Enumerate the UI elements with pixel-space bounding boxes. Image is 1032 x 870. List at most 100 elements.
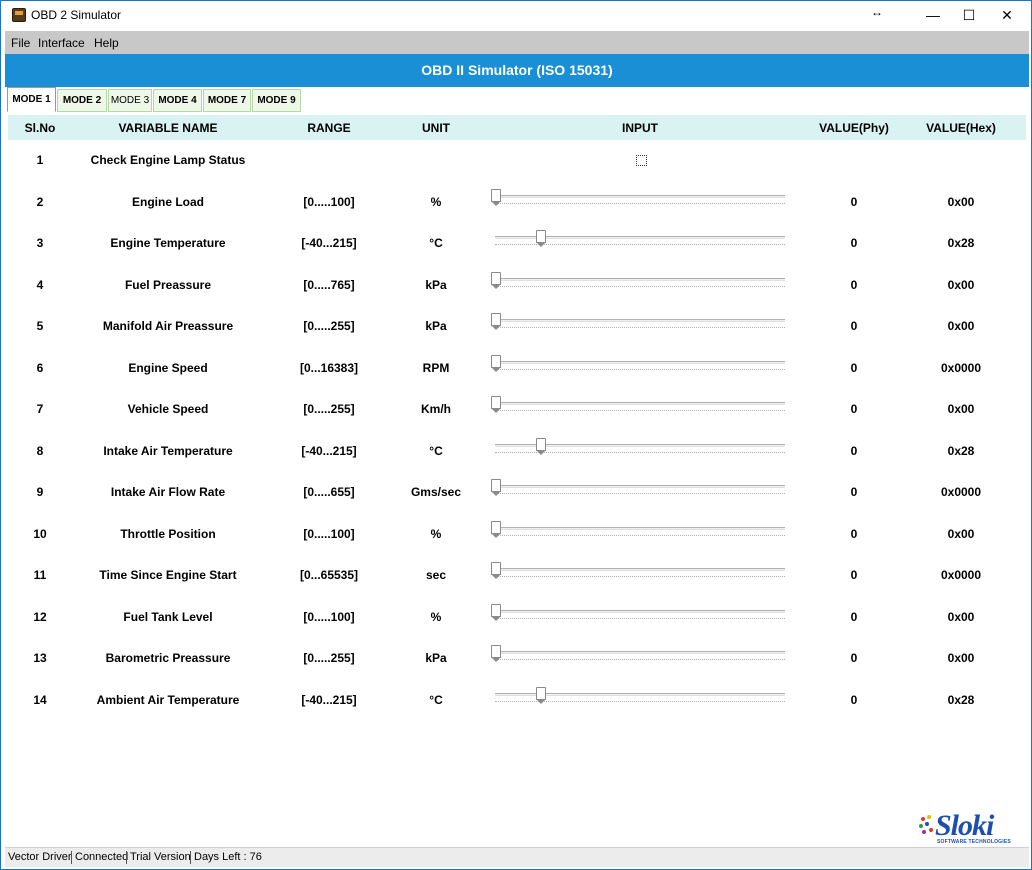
menu-file[interactable]: File — [11, 36, 30, 50]
slider-ticks — [495, 203, 785, 204]
row-range: [0...65535] — [299, 568, 359, 582]
row-unit: °C — [429, 236, 443, 250]
value-slider[interactable] — [491, 603, 787, 623]
row-value-hex: 0x00 — [947, 651, 975, 665]
row-range: [0.....100] — [303, 527, 355, 541]
row-value-hex: 0x28 — [947, 444, 975, 458]
row-value-hex: 0x28 — [947, 236, 975, 250]
value-slider[interactable] — [491, 312, 787, 332]
row-sl-no: 11 — [33, 568, 47, 582]
slider-track — [495, 527, 785, 530]
row-sl-no: 2 — [36, 195, 44, 209]
row-value-phy: 0 — [850, 195, 858, 209]
value-slider[interactable] — [491, 188, 787, 208]
row-value-hex: 0x00 — [947, 319, 975, 333]
row-sl-no: 7 — [36, 402, 44, 416]
tab-mode-4[interactable]: MODE 4 — [153, 89, 202, 112]
row-variable-name: Engine Temperature — [110, 236, 226, 250]
row-sl-no: 5 — [36, 319, 44, 333]
table-row: 11 Time Since Engine Start [0...65535] sec 0… — [8, 555, 1026, 596]
slider-thumb[interactable] — [536, 230, 546, 247]
slider-thumb[interactable] — [491, 479, 501, 496]
row-value-phy: 0 — [850, 693, 858, 707]
slider-track — [495, 651, 785, 654]
slider-thumb[interactable] — [491, 355, 501, 372]
status-days-left: Days Left : 76 — [194, 851, 262, 863]
tab-mode-7[interactable]: MODE 7 — [203, 89, 251, 112]
row-unit: Gms/sec — [410, 485, 462, 499]
row-sl-no: 3 — [36, 236, 44, 250]
app-window: OBD 2 Simulator ↔ — ☐ ✕ File Interface H… — [0, 0, 1032, 870]
row-variable-name: Manifold Air Preassure — [102, 319, 234, 333]
row-value-hex: 0x00 — [947, 402, 975, 416]
value-slider[interactable] — [491, 644, 787, 664]
row-value-hex: 0x00 — [947, 195, 975, 209]
slider-thumb[interactable] — [491, 272, 501, 289]
row-value-phy: 0 — [850, 651, 858, 665]
tab-mode-9[interactable]: MODE 9 — [252, 89, 301, 112]
row-unit: % — [430, 527, 442, 541]
value-slider[interactable] — [491, 686, 787, 706]
menu-help[interactable]: Help — [94, 36, 119, 50]
row-value-hex: 0x00 — [947, 527, 975, 541]
row-variable-name: Fuel Preassure — [124, 278, 212, 292]
value-slider[interactable] — [491, 395, 787, 415]
logo-dots-icon — [919, 815, 935, 837]
row-unit: sec — [425, 568, 447, 582]
logo-tagline: SOFTWARE TECHNOLOGIES — [937, 839, 1011, 845]
close-button[interactable]: ✕ — [984, 1, 1030, 30]
slider-thumb[interactable] — [491, 396, 501, 413]
value-slider[interactable] — [491, 354, 787, 374]
slider-ticks — [495, 535, 785, 536]
slider-thumb[interactable] — [491, 521, 501, 538]
row-variable-name: Time Since Engine Start — [99, 568, 237, 582]
row-unit: kPa — [425, 278, 447, 292]
row-value-phy: 0 — [850, 361, 858, 375]
row-variable-name: Ambient Air Temperature — [96, 693, 240, 707]
col-sl-no: Sl.No — [24, 121, 56, 135]
row-variable-name: Check Engine Lamp Status — [90, 153, 246, 167]
slider-track — [495, 485, 785, 488]
menu-interface[interactable]: Interface — [38, 36, 85, 50]
row-range: [0.....255] — [303, 651, 355, 665]
row-unit: Km/h — [421, 402, 451, 416]
col-input: INPUT — [622, 121, 658, 135]
slider-thumb[interactable] — [491, 189, 501, 206]
slider-thumb[interactable] — [491, 562, 501, 579]
row-sl-no: 14 — [33, 693, 47, 707]
value-slider[interactable] — [491, 561, 787, 581]
table-row: 14 Ambient Air Temperature [-40...215] °C 0 0… — [8, 680, 1026, 721]
check-engine-lamp-checkbox[interactable] — [636, 155, 647, 166]
table-row: 7 Vehicle Speed [0.....255] Km/h 0 0x00 — [8, 389, 1026, 430]
row-sl-no: 10 — [33, 527, 47, 541]
table-row: 10 Throttle Position [0.....100]% 0 0x00 — [8, 514, 1026, 555]
row-range: [-40...215] — [301, 693, 357, 707]
row-unit: % — [430, 610, 442, 624]
row-variable-name: Engine Load — [132, 195, 204, 209]
slider-thumb[interactable] — [536, 438, 546, 455]
value-slider[interactable] — [491, 271, 787, 291]
slider-thumb[interactable] — [491, 645, 501, 662]
slider-ticks — [495, 286, 785, 287]
status-bar: Vector Driver Connected Trial Version Da… — [5, 847, 1029, 867]
title-bar[interactable]: OBD 2 Simulator ↔ — ☐ ✕ — [1, 1, 1031, 30]
row-range: [0.....655] — [303, 485, 355, 499]
tab-mode-1[interactable]: MODE 1 — [7, 87, 56, 112]
value-slider[interactable] — [491, 520, 787, 540]
row-value-phy: 0 — [850, 319, 858, 333]
slider-thumb[interactable] — [491, 604, 501, 621]
status-license: Trial Version — [130, 851, 191, 863]
page-title: OBD II Simulator (ISO 15031) — [5, 54, 1029, 87]
value-slider[interactable] — [491, 478, 787, 498]
slider-thumb[interactable] — [536, 687, 546, 704]
slider-thumb[interactable] — [491, 313, 501, 330]
row-value-hex: 0x0000 — [940, 568, 982, 582]
tab-mode-2[interactable]: MODE 2 — [57, 89, 107, 112]
value-slider[interactable] — [491, 229, 787, 249]
slider-ticks — [495, 659, 785, 660]
row-variable-name: Intake Air Temperature — [103, 444, 233, 458]
table-row: 12 Fuel Tank Level [0.....100]% 0 0x00 — [8, 597, 1026, 638]
row-range: [0.....255] — [303, 402, 355, 416]
tab-mode-3[interactable]: MODE 3 — [108, 89, 152, 112]
value-slider[interactable] — [491, 437, 787, 457]
